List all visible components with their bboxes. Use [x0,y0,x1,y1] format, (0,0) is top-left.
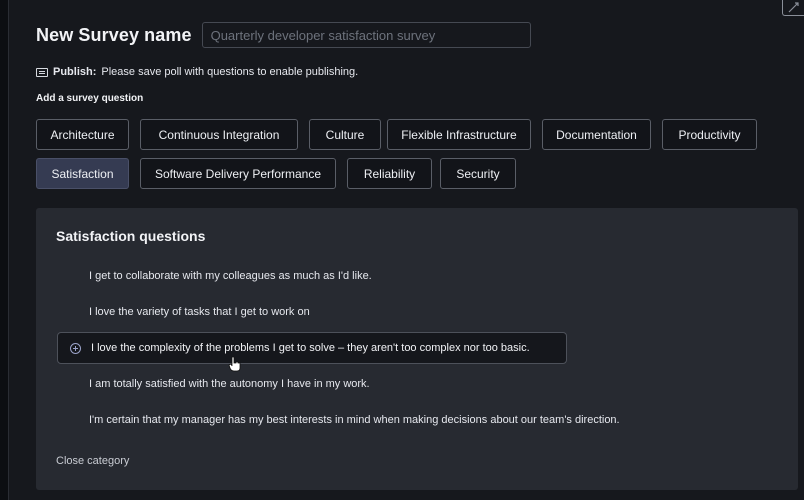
plus-circle-icon[interactable] [70,342,81,354]
category-chip-culture[interactable]: Culture [309,119,381,150]
category-chip-documentation[interactable]: Documentation [542,119,651,150]
question-item[interactable]: I get to collaborate with my colleagues … [89,270,372,282]
external-edit-icon[interactable] [782,0,804,16]
category-chip-satisfaction[interactable]: Satisfaction [36,158,129,189]
close-category-link[interactable]: Close category [56,455,129,467]
question-item[interactable]: I love the variety of tasks that I get t… [89,306,310,318]
question-item[interactable]: I'm certain that my manager has my best … [89,414,620,426]
survey-title-row: New Survey name [36,22,531,48]
survey-editor: New Survey name Publish: Please save pol… [8,0,804,500]
category-chip-reliability[interactable]: Reliability [347,158,432,189]
category-chip-productivity[interactable]: Productivity [662,119,757,150]
publish-status: Publish: Please save poll with questions… [36,66,358,78]
add-question-label: Add a survey question [36,93,144,104]
publish-card-icon [36,67,48,77]
page-title: New Survey name [36,24,192,45]
publish-label: Publish: [53,66,97,78]
category-chip-continuous-integration[interactable]: Continuous Integration [140,119,298,150]
question-text: I love the complexity of the problems I … [91,342,530,354]
publish-message: Please save poll with questions to enabl… [101,66,359,78]
category-chip-architecture[interactable]: Architecture [36,119,129,150]
questions-panel: Satisfaction questions I get to collabor… [36,208,798,490]
category-chip-flexible-infrastructure[interactable]: Flexible Infrastructure [387,119,531,150]
hand-cursor-icon [228,356,241,372]
question-item[interactable]: I am totally satisfied with the autonomy… [89,378,370,390]
panel-title: Satisfaction questions [56,228,206,244]
category-chip-security[interactable]: Security [440,158,516,189]
survey-name-input[interactable] [201,22,531,48]
question-item-hovered[interactable]: I love the complexity of the problems I … [57,332,567,364]
category-chip-software-delivery-performance[interactable]: Software Delivery Performance [140,158,336,189]
